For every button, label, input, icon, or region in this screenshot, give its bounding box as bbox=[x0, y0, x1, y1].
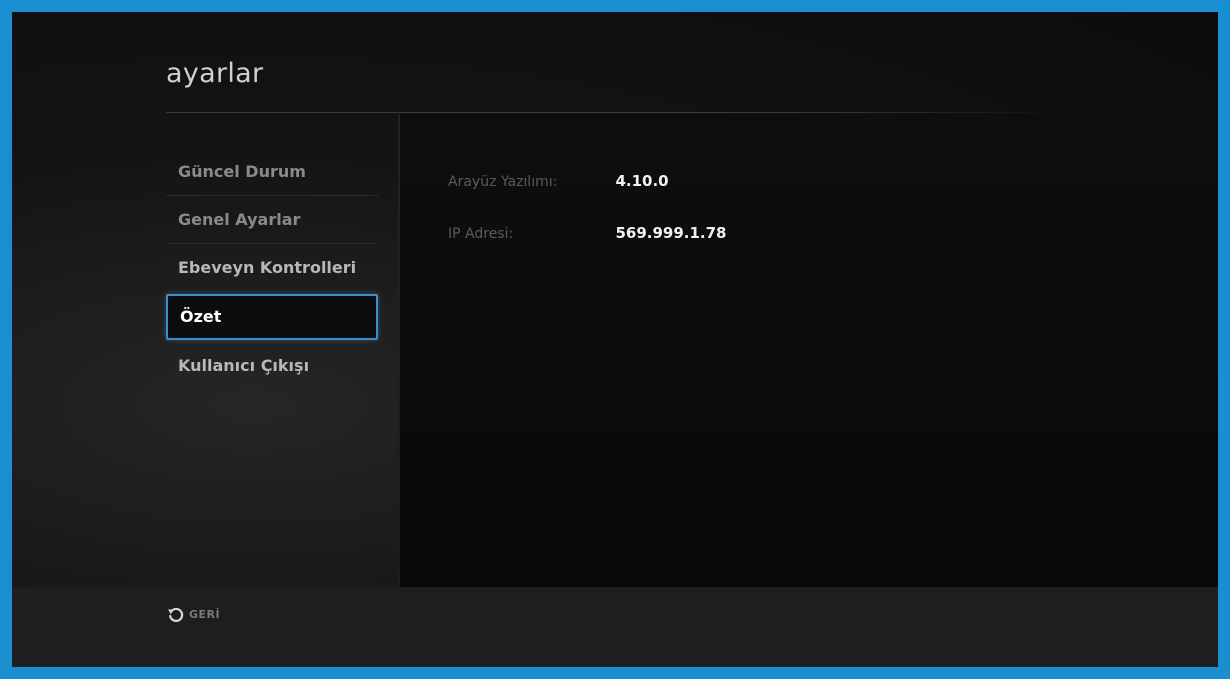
menu-item-summary[interactable]: Özet bbox=[166, 294, 378, 340]
footer-bar: GERİ bbox=[12, 587, 1218, 667]
page-title: ayarlar bbox=[166, 58, 264, 89]
menu-item-current-status[interactable]: Güncel Durum bbox=[166, 148, 378, 196]
menu-item-sign-out[interactable]: Kullanıcı Çıkışı bbox=[166, 342, 378, 390]
info-row-software-version: Arayüz Yazılımı: 4.10.0 bbox=[448, 172, 669, 190]
settings-screen: ayarlar Güncel Durum Genel Ayarlar Ebeve… bbox=[12, 12, 1218, 667]
software-version-label: Arayüz Yazılımı: bbox=[448, 174, 558, 190]
ip-address-value: 569.999.1.78 bbox=[615, 224, 727, 242]
ip-address-label: IP Adresi: bbox=[448, 226, 514, 242]
info-row-ip-address: IP Adresi: 569.999.1.78 bbox=[448, 224, 726, 242]
settings-menu: Güncel Durum Genel Ayarlar Ebeveyn Kontr… bbox=[166, 148, 378, 390]
back-arrow-icon bbox=[167, 605, 185, 623]
menu-item-parental-controls[interactable]: Ebeveyn Kontrolleri bbox=[166, 244, 378, 292]
summary-panel: Arayüz Yazılımı: 4.10.0 IP Adresi: 569.9… bbox=[400, 114, 1218, 587]
back-button[interactable]: GERİ bbox=[167, 605, 220, 623]
title-divider bbox=[166, 112, 1061, 113]
menu-item-general-settings[interactable]: Genel Ayarlar bbox=[166, 196, 378, 244]
software-version-value: 4.10.0 bbox=[615, 172, 669, 190]
back-label: GERİ bbox=[189, 607, 221, 621]
